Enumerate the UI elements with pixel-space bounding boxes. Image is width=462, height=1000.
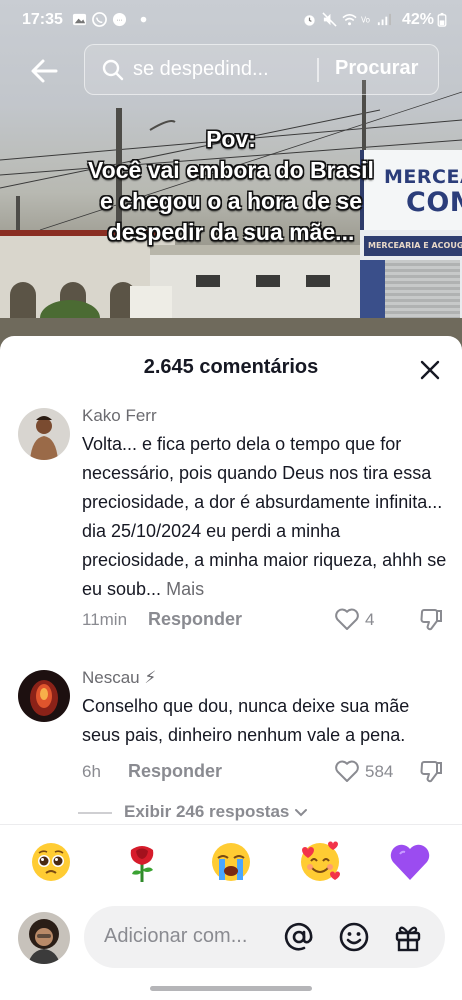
search-submit-button[interactable]: Procurar	[335, 57, 418, 80]
sheet-divider	[0, 824, 462, 825]
gallery-icon	[72, 13, 87, 26]
signal-icon	[377, 13, 391, 26]
search-icon	[102, 59, 124, 81]
comment-time: 6h	[82, 762, 101, 781]
status-time: 17:35	[22, 11, 63, 28]
dot-icon	[140, 16, 147, 23]
comment-time: 11min	[82, 610, 128, 629]
comment-username[interactable]: Nescau ⚡	[82, 668, 156, 688]
pleading-face-icon[interactable]	[29, 840, 73, 884]
chevron-down-icon	[295, 808, 308, 816]
video-caption: Pov: Você vai embora do Brasil e chegou …	[88, 126, 374, 245]
search-divider	[317, 58, 319, 82]
reply-button[interactable]: Responder	[148, 609, 242, 630]
see-more-link[interactable]: Mais	[166, 579, 204, 599]
view-replies-label: Exibir 246 respostas	[124, 802, 308, 822]
loudly-crying-face-icon[interactable]	[209, 840, 253, 884]
svg-text:···: ···	[116, 16, 122, 24]
mute-icon	[322, 12, 337, 27]
replies-divider-line	[78, 812, 112, 814]
avatar[interactable]	[18, 670, 70, 722]
comment-body: Volta... e fica perto dela o tempo que f…	[82, 434, 447, 599]
volte-icon: Vo	[361, 15, 371, 24]
status-bar: 17:35 ··· Vo 42%	[0, 0, 462, 40]
heart-icon[interactable]	[334, 759, 360, 783]
messages-icon: ···	[112, 12, 127, 27]
wifi-icon	[342, 14, 357, 26]
smiling-face-with-hearts-icon[interactable]	[298, 840, 342, 884]
mention-icon[interactable]	[283, 921, 315, 953]
search-input[interactable]: se despedind...	[133, 58, 269, 81]
comment-placeholder: Adicionar com...	[104, 925, 248, 947]
comments-count-title: 2.645 comentários	[143, 356, 319, 378]
search-bar[interactable]: se despedind... Procurar	[84, 44, 439, 95]
gift-icon[interactable]	[392, 921, 424, 953]
home-indicator	[150, 986, 312, 991]
comment-username[interactable]: Kako Ferr	[82, 406, 157, 426]
svg-text:Vo: Vo	[361, 15, 371, 24]
alarm-icon	[304, 15, 315, 26]
reply-button[interactable]: Responder	[128, 761, 222, 782]
emoji-icon[interactable]	[338, 921, 370, 953]
battery-level: 42%	[401, 11, 434, 28]
quick-emoji-bar	[0, 834, 462, 894]
user-avatar[interactable]	[18, 912, 70, 964]
whatsapp-icon	[92, 12, 107, 27]
dislike-icon[interactable]	[418, 758, 444, 784]
comments-sheet: 2.645 comentários Kako Ferr Volta... e f…	[0, 336, 462, 1000]
heart-icon[interactable]	[334, 607, 360, 631]
battery-icon	[437, 12, 447, 27]
rose-icon[interactable]	[120, 840, 164, 884]
comment-body: Conselho que dou, nunca deixe sua mãe se…	[82, 696, 410, 745]
like-count: 4	[365, 610, 375, 629]
like-count: 584	[365, 762, 394, 781]
comment-input[interactable]: Adicionar com...	[84, 906, 445, 968]
purple-heart-icon[interactable]	[388, 840, 432, 884]
close-icon[interactable]	[418, 358, 442, 382]
comment-composer: Adicionar com...	[0, 906, 462, 976]
dislike-icon[interactable]	[418, 606, 444, 632]
avatar[interactable]	[18, 408, 70, 460]
back-arrow-icon[interactable]	[28, 54, 62, 88]
comment-text: Volta... e fica perto dela o tempo que f…	[82, 430, 448, 604]
store-sign-line2: COM	[406, 187, 462, 218]
